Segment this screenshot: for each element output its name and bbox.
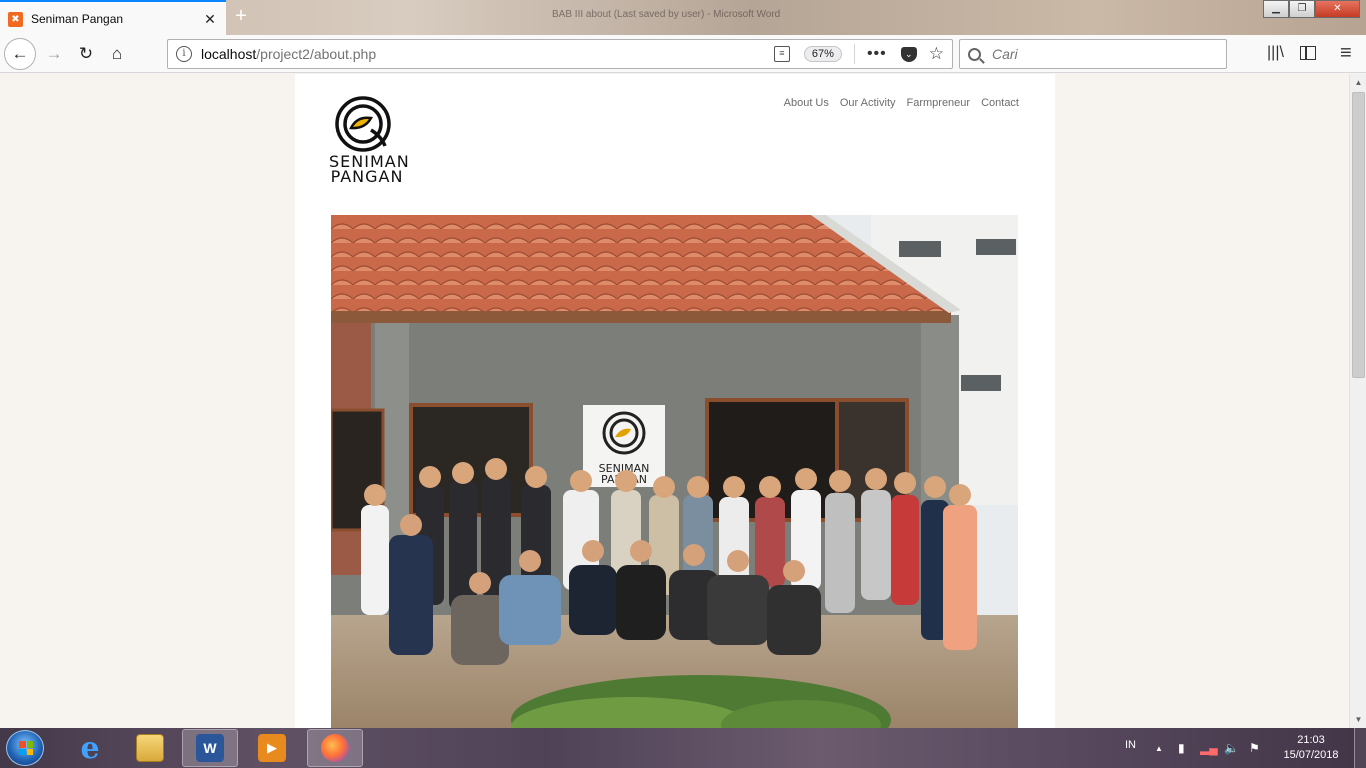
volume-icon[interactable]: 🔈 <box>1224 741 1239 755</box>
search-input[interactable] <box>992 46 1192 62</box>
search-icon <box>968 47 981 61</box>
maximize-button[interactable]: ❐ <box>1289 0 1315 18</box>
taskbar-file-explorer[interactable] <box>122 729 178 767</box>
action-center-flag-icon[interactable]: ⚑ <box>1249 741 1260 755</box>
library-icon[interactable]: |||\ <box>1267 44 1284 62</box>
url-bar[interactable]: i localhost/project2/about.php ≡ 67% •••… <box>167 39 953 69</box>
browser-tab[interactable]: ✖ Seniman Pangan ✕ <box>0 0 226 36</box>
taskbar-microsoft-word[interactable]: W <box>182 729 238 767</box>
new-tab-button[interactable]: + <box>230 5 252 27</box>
background-window-title: BAB III about (Last saved by user) - Mic… <box>552 9 781 20</box>
media-player-icon: ▶ <box>258 734 286 762</box>
search-bar[interactable] <box>959 39 1227 69</box>
network-icon[interactable]: ▂▄ <box>1200 741 1218 755</box>
reload-button[interactable]: ↻ <box>70 38 102 70</box>
battery-icon[interactable]: ▮ <box>1178 741 1185 755</box>
site-navigation: About Us Our Activity Farmpreneur Contac… <box>784 97 1019 109</box>
vertical-scrollbar[interactable]: ▲ ▼ <box>1349 74 1366 728</box>
hamburger-menu-icon[interactable]: ≡ <box>1340 42 1352 65</box>
logo-line-2: PANGAN <box>330 167 404 186</box>
folder-icon <box>136 734 164 762</box>
zoom-level-badge[interactable]: 67% <box>803 46 842 62</box>
home-button[interactable]: ⌂ <box>101 38 133 70</box>
clock-time: 21:03 <box>1297 734 1325 746</box>
page-actions-icon[interactable]: ••• <box>867 45 887 63</box>
tab-title: Seniman Pangan <box>31 12 124 26</box>
clock-date: 15/07/2018 <box>1283 749 1339 761</box>
window-controls: ▁ ❐ ✕ <box>1263 0 1360 18</box>
word-icon: W <box>196 734 224 762</box>
scroll-down-arrow-icon[interactable]: ▼ <box>1350 711 1366 728</box>
scroll-thumb[interactable] <box>1352 92 1365 378</box>
firefox-icon <box>321 734 349 762</box>
taskbar-media-player[interactable]: ▶ <box>244 729 300 767</box>
navigation-toolbar: ← → ↻ ⌂ i localhost/project2/about.php ≡… <box>0 35 1366 73</box>
internet-explorer-icon: e <box>80 730 100 766</box>
windows-logo-icon <box>19 741 33 755</box>
page-container: SENIMAN PANGAN About Us Our Activity Far… <box>295 74 1055 728</box>
taskbar-internet-explorer[interactable]: e <box>62 729 118 767</box>
url-host: localhost <box>201 46 257 62</box>
system-clock[interactable]: 21:03 15/07/2018 <box>1277 733 1345 763</box>
page-viewport: SENIMAN PANGAN About Us Our Activity Far… <box>0 74 1349 728</box>
show-hidden-icons-icon[interactable]: ▲ <box>1155 744 1163 753</box>
xampp-icon: ✖ <box>8 11 23 27</box>
logo-wordmark: SENIMAN PANGAN <box>329 154 409 186</box>
scroll-up-arrow-icon[interactable]: ▲ <box>1350 74 1366 91</box>
start-button[interactable] <box>6 730 44 766</box>
bookmark-star-icon[interactable]: ☆ <box>929 44 944 64</box>
info-icon[interactable]: i <box>176 46 192 62</box>
reader-view-icon[interactable]: ≡ <box>773 46 790 62</box>
hero-group-photo: SENIMAN PANGAN <box>331 215 1018 728</box>
separator <box>853 44 855 64</box>
tab-close-icon[interactable]: ✕ <box>202 11 218 28</box>
taskbar-firefox[interactable] <box>307 729 363 767</box>
forward-button[interactable]: → <box>38 38 70 70</box>
minimize-button[interactable]: ▁ <box>1263 0 1289 18</box>
sidebar-icon[interactable] <box>1300 46 1316 60</box>
pocket-icon[interactable]: ⌄ <box>900 46 917 62</box>
close-window-button[interactable]: ✕ <box>1315 0 1360 18</box>
back-button[interactable]: ← <box>4 38 36 70</box>
nav-link-farmpreneur[interactable]: Farmpreneur <box>907 97 971 109</box>
language-indicator[interactable]: IN <box>1125 739 1136 751</box>
url-path: /project2/about.php <box>256 46 377 62</box>
show-desktop-button[interactable] <box>1354 728 1366 768</box>
title-bar: ✖ Seniman Pangan ✕ + BAB III about (Last… <box>0 0 1366 36</box>
nav-link-about-us[interactable]: About Us <box>784 97 829 109</box>
url-text[interactable]: localhost/project2/about.php <box>201 46 774 62</box>
nav-link-our-activity[interactable]: Our Activity <box>840 97 896 109</box>
nav-link-contact[interactable]: Contact <box>981 97 1019 109</box>
